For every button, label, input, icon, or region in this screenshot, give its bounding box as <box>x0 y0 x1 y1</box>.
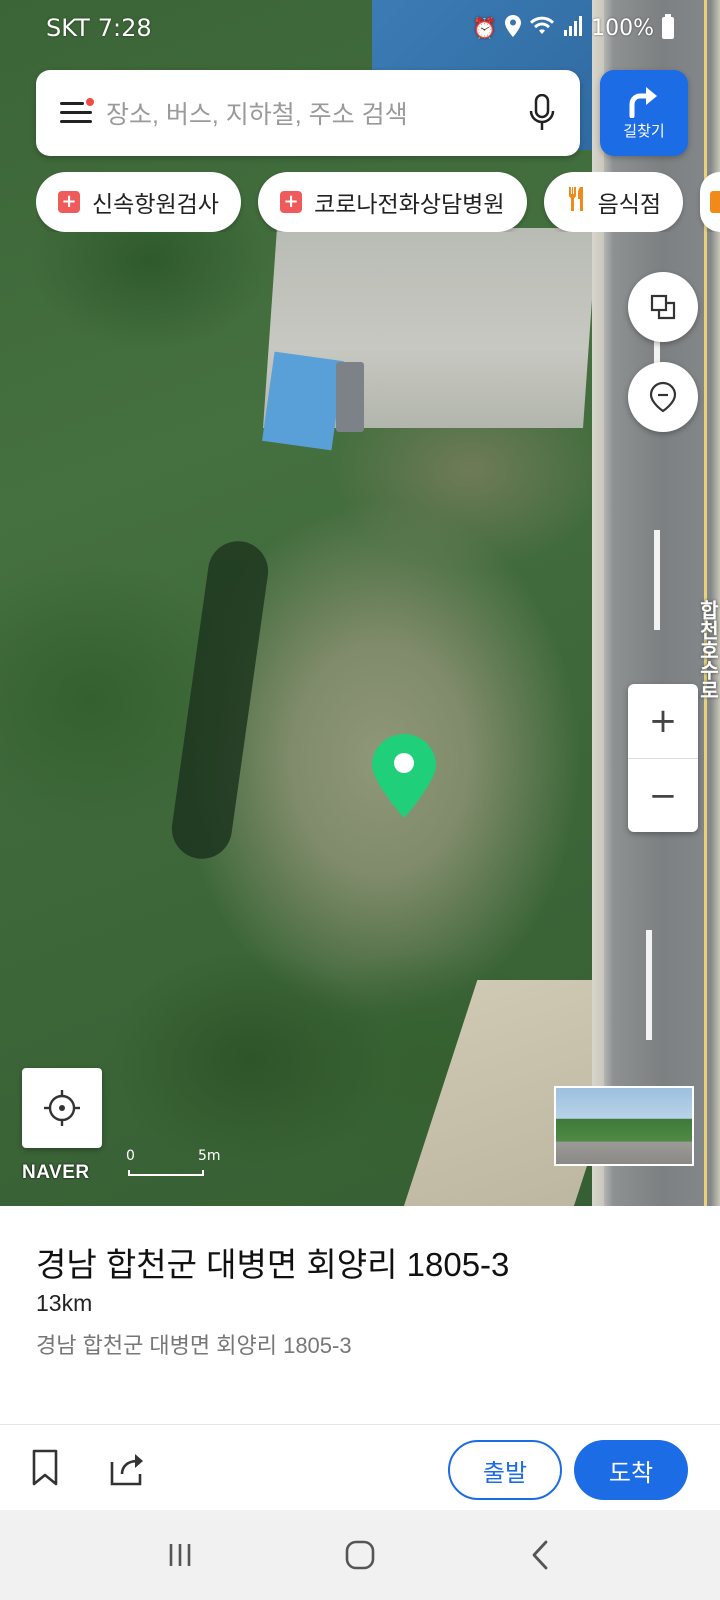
layers-button[interactable] <box>628 272 698 342</box>
clock: 7:28 <box>97 14 152 42</box>
recent-apps-icon <box>169 1544 191 1566</box>
medical-cross-icon: + <box>58 191 80 213</box>
map-scale: 0 5m <box>126 1148 221 1176</box>
zoom-controls: + − <box>628 684 698 832</box>
location-pin-icon <box>372 734 436 818</box>
zoom-in-button[interactable]: + <box>628 684 698 758</box>
home-icon <box>345 1540 375 1570</box>
place-address: 경남 합천군 대병면 회양리 1805-3 <box>36 1333 352 1358</box>
chip-label: 코로나전화상담병원 <box>314 192 505 218</box>
map-pin-outline-icon <box>649 381 677 413</box>
home-button[interactable] <box>330 1525 390 1585</box>
map-vehicle <box>336 362 364 432</box>
share-button[interactable] <box>108 1448 152 1498</box>
layers-icon <box>650 294 676 320</box>
directions-label: 길찾기 <box>623 121 665 140</box>
lane-marking <box>654 530 660 630</box>
map-small-building <box>262 351 344 451</box>
start-button[interactable]: 출발 <box>448 1440 562 1500</box>
location-icon <box>505 14 522 42</box>
cafe-icon <box>710 191 720 213</box>
place-distance: 13km <box>36 1290 93 1316</box>
current-location-button[interactable] <box>22 1068 102 1148</box>
medical-cross-icon: + <box>280 191 303 213</box>
back-icon <box>532 1540 548 1570</box>
search-bar[interactable]: 장소, 버스, 지하철, 주소 검색 <box>36 70 580 156</box>
naver-logo: NAVER <box>22 1162 90 1183</box>
menu-icon[interactable] <box>60 98 94 126</box>
chip-label: 음식점 <box>597 192 662 218</box>
chip-restaurants[interactable]: 음식점 <box>543 172 684 232</box>
place-info-sheet[interactable]: 경남 합천군 대병면 회양리 1805-3 13km 경남 합천군 대병면 회양… <box>0 1206 720 1510</box>
alarm-icon: ⏰ <box>472 16 498 40</box>
battery-icon <box>662 14 674 39</box>
arrive-button[interactable]: 도착 <box>574 1440 688 1500</box>
street-view-thumbnail[interactable] <box>554 1086 694 1166</box>
status-bar: SKT 7:28 ⏰ 100% <box>0 0 720 56</box>
divider <box>0 1424 720 1425</box>
chip-more[interactable] <box>700 172 720 232</box>
carrier-label: SKT <box>46 14 90 42</box>
scale-bar <box>128 1170 204 1176</box>
chip-rapid-antigen-test[interactable]: + 신속항원검사 <box>36 172 241 232</box>
zoom-out-button[interactable]: − <box>628 758 698 832</box>
category-chips: + 신속항원검사 + 코로나전화상담병원 음식점 <box>36 172 720 232</box>
back-button[interactable] <box>510 1525 570 1585</box>
directions-button[interactable]: 길찾기 <box>600 70 688 156</box>
map-creek-shadow <box>168 537 272 863</box>
scale-max-label: 5m <box>198 1148 221 1164</box>
scale-zero-label: 0 <box>126 1148 135 1164</box>
place-title: 경남 합천군 대병면 회양리 1805-3 <box>36 1246 510 1283</box>
crosshair-icon <box>44 1090 80 1126</box>
place-marker-button[interactable] <box>628 362 698 432</box>
chip-label: 신속항원검사 <box>92 192 219 218</box>
notification-dot <box>86 98 94 106</box>
fork-knife-icon <box>566 187 588 217</box>
lane-marking <box>646 930 652 1040</box>
recent-apps-button[interactable] <box>150 1525 210 1585</box>
turn-right-arrow-icon <box>629 86 657 118</box>
system-nav-bar <box>0 1510 720 1600</box>
search-input[interactable]: 장소, 버스, 지하철, 주소 검색 <box>106 95 524 131</box>
share-icon <box>110 1454 143 1486</box>
microphone-icon[interactable] <box>524 91 560 135</box>
chip-covid-phone-clinic[interactable]: + 코로나전화상담병원 <box>258 172 527 232</box>
save-bookmark-button[interactable] <box>30 1448 70 1498</box>
bookmark-icon <box>32 1449 58 1486</box>
signal-icon <box>563 15 583 41</box>
wifi-icon <box>529 16 555 41</box>
battery-percent: 100% <box>591 15 654 41</box>
